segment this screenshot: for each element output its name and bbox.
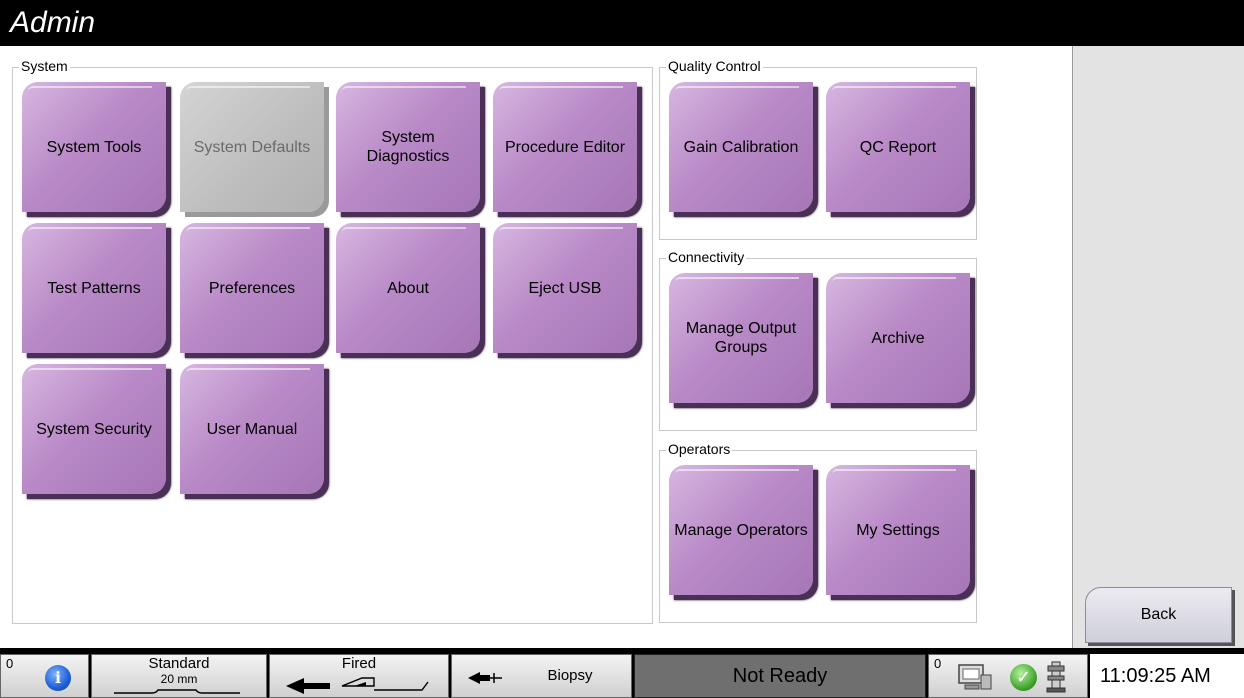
system-diagnostics-button[interactable]: System Diagnostics <box>336 82 480 212</box>
gantry-icon[interactable] <box>1044 660 1070 694</box>
alert-count: 0 <box>6 656 14 671</box>
window-title: Admin <box>10 6 96 39</box>
tile-label: System Diagnostics <box>366 129 450 165</box>
monitor-icon[interactable] <box>955 663 995 693</box>
qc-report-button[interactable]: QC Report <box>826 82 970 212</box>
tile-label: Manage Output Groups <box>685 320 797 356</box>
tile-label: Archive <box>871 329 925 347</box>
group-label-connectivity: Connectivity <box>666 249 747 265</box>
group-label-system: System <box>19 58 70 74</box>
manage-output-groups-button[interactable]: Manage Output Groups <box>669 273 813 403</box>
paddle-name: Standard <box>148 655 210 672</box>
tile-label: User Manual <box>206 420 298 438</box>
tile-label: Preferences <box>208 279 296 297</box>
system-tools-button[interactable]: System Tools <box>22 82 166 212</box>
queue-count: 0 <box>934 656 942 671</box>
tile-label: System Security <box>36 420 152 438</box>
tile-label: Manage Operators <box>674 521 808 539</box>
biopsy-label: Biopsy <box>547 667 593 684</box>
group-label-operators: Operators <box>666 441 733 457</box>
tile-label: About <box>387 279 429 297</box>
preferences-button[interactable]: Preferences <box>180 223 324 353</box>
eject-usb-button[interactable]: Eject USB <box>493 223 637 353</box>
group-label-quality-control: Quality Control <box>666 58 763 74</box>
system-defaults-button: System Defaults <box>180 82 324 212</box>
system-security-button[interactable]: System Security <box>22 364 166 494</box>
gain-calibration-button[interactable]: Gain Calibration <box>669 82 813 212</box>
checkmark-icon[interactable]: ✓ <box>1010 664 1037 691</box>
tile-label: My Settings <box>856 521 940 539</box>
fired-label: Fired <box>341 655 377 672</box>
paddle-icon <box>114 689 240 694</box>
status-indicator: Not Ready <box>634 654 926 698</box>
clock: 11:09:25 AM <box>1090 654 1244 698</box>
tile-label: Eject USB <box>528 279 602 297</box>
right-panel <box>1072 46 1244 648</box>
info-icon[interactable]: i <box>45 665 71 691</box>
tile-label: System Defaults <box>193 138 311 156</box>
user-manual-button[interactable]: User Manual <box>180 364 324 494</box>
tile-label: Gain Calibration <box>683 138 799 156</box>
procedure-editor-button[interactable]: Procedure Editor <box>493 82 637 212</box>
manage-operators-button[interactable]: Manage Operators <box>669 465 813 595</box>
tile-label: System Tools <box>46 138 142 156</box>
tile-label: QC Report <box>859 138 937 156</box>
biopsy-icon <box>468 672 502 684</box>
tile-label: Procedure Editor <box>504 138 626 156</box>
about-button[interactable]: About <box>336 223 480 353</box>
archive-button[interactable]: Archive <box>826 273 970 403</box>
fired-arrow-icon <box>286 677 429 694</box>
my-settings-button[interactable]: My Settings <box>826 465 970 595</box>
back-button[interactable]: Back <box>1085 587 1232 643</box>
tile-label: Test Patterns <box>47 279 141 297</box>
title-bar: Admin <box>0 0 1244 46</box>
test-patterns-button[interactable]: Test Patterns <box>22 223 166 353</box>
